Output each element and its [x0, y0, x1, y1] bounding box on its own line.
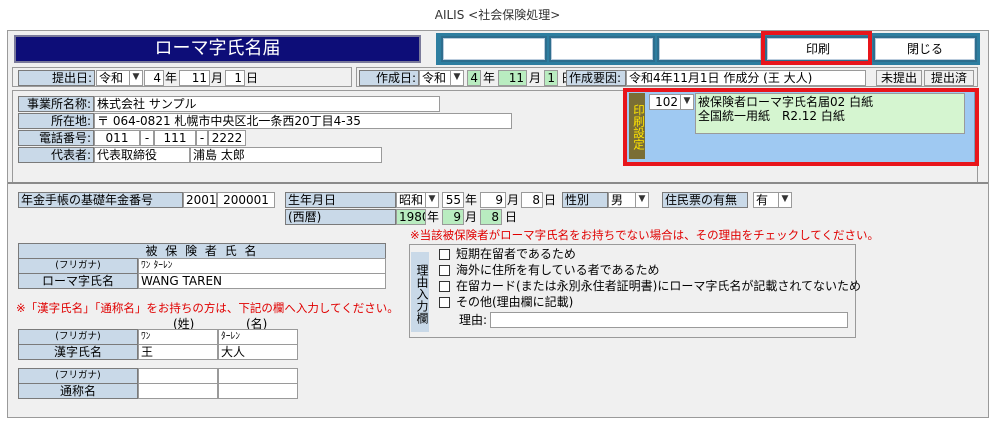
submission-day-unit: 日 [246, 71, 259, 85]
gender-select[interactable]: 男 [608, 192, 636, 208]
birth-western-day[interactable]: 8 [480, 209, 502, 225]
reason-checkbox-2[interactable] [439, 265, 450, 276]
office-name-field[interactable]: 株式会社 サンプル [94, 96, 440, 112]
representative-title-field[interactable]: 代表取締役 [94, 147, 190, 163]
phone-part-1[interactable]: 011 [94, 130, 140, 146]
birth-western-month[interactable]: 9 [442, 209, 464, 225]
creation-reason-field[interactable]: 令和4年11月1日 作成分 (王 大人) [626, 70, 866, 86]
reason-option-3: 在留カード(または永別永住者証明書)にローマ字氏名が記載されてないため [456, 279, 862, 293]
close-button[interactable]: 閉じる [873, 36, 977, 62]
pension-number-label: 年金手帳の基礎年金番号 [18, 192, 183, 208]
gender-label: 性別 [562, 192, 608, 208]
alias-kana-mei-field[interactable] [218, 368, 298, 384]
birth-month-unit: 月 [507, 193, 520, 207]
submission-month[interactable]: 11 [179, 70, 210, 86]
birth-era-dropdown-icon[interactable]: ▼ [425, 192, 439, 208]
roman-name-label: ローマ字氏名 [18, 273, 138, 289]
submission-day[interactable]: 1 [225, 70, 245, 86]
birth-year-unit: 年 [465, 193, 478, 207]
alias-name-label: 通称名 [18, 383, 138, 399]
submission-month-unit: 月 [211, 71, 224, 85]
kanji-sei-field[interactable]: 王 [138, 344, 218, 360]
toolbar-button-3[interactable] [657, 36, 763, 62]
phone-separator-1: - [140, 130, 154, 146]
pension-number-part-1[interactable]: 2001 [183, 192, 217, 208]
created-era-dropdown-icon[interactable]: ▼ [450, 70, 464, 86]
reason-text-label: 理由: [459, 313, 488, 327]
western-calendar-label: (西暦) [285, 209, 396, 225]
form-title: ローマ字氏名届 [14, 35, 421, 63]
created-date-label: 作成日: [359, 70, 419, 86]
alias-sei-field[interactable] [138, 383, 218, 399]
reason-text-input[interactable] [490, 312, 848, 328]
alias-kana-sei-field[interactable] [138, 368, 218, 384]
birth-date-label: 生年月日 [285, 192, 396, 208]
reason-checkbox-4[interactable] [439, 297, 450, 308]
birth-era[interactable]: 昭和 [396, 192, 426, 208]
phone-part-3[interactable]: 2222 [208, 130, 246, 146]
toolbar-button-2[interactable] [549, 36, 655, 62]
gender-dropdown-icon[interactable]: ▼ [635, 192, 649, 208]
office-name-label: 事業所名称: [18, 96, 94, 112]
resident-record-label: 住民票の有無 [662, 192, 748, 208]
birth-western-day-unit: 日 [505, 210, 518, 224]
kanji-kana-mei-field[interactable]: ﾀｰﾚﾝ [218, 329, 298, 345]
office-phone-label: 電話番号: [18, 130, 94, 146]
created-month-unit: 月 [529, 71, 542, 85]
birth-western-year[interactable]: 1980 [396, 209, 426, 225]
reason-option-4: その他(理由欄に記載) [456, 295, 574, 309]
kanji-name-label: 漢字氏名 [18, 344, 138, 360]
alias-kana-label: (フリガナ) [18, 368, 138, 384]
resident-record-select[interactable]: 有 [753, 192, 779, 208]
kanji-kana-sei-field[interactable]: ﾜﾝ [138, 329, 218, 345]
submission-year-unit: 年 [165, 71, 178, 85]
birth-month[interactable]: 9 [480, 192, 506, 208]
representative-label: 代表者: [18, 147, 94, 163]
birth-western-year-unit: 年 [427, 210, 440, 224]
created-month[interactable]: 11 [498, 70, 527, 86]
creation-reason-label: 作成要因: [566, 70, 626, 86]
unsubmitted-button[interactable]: 未提出 [876, 70, 922, 86]
reason-checkbox-3[interactable] [439, 281, 450, 292]
reason-checkbox-1[interactable] [439, 249, 450, 260]
birth-day-unit: 日 [544, 193, 557, 207]
phone-separator-2: - [196, 130, 208, 146]
roman-name-field[interactable]: WANG TAREN [138, 273, 386, 289]
submitted-button[interactable]: 提出済 [924, 70, 974, 86]
insured-name-header: 被 保 険 者 氏 名 [18, 243, 386, 259]
birth-western-month-unit: 月 [465, 210, 478, 224]
main-panel: ローマ字氏名届 印刷 閉じる 提出日: 令和 ▼ 4 年 11 月 1 日 作成… [7, 30, 989, 418]
toolbar-button-1[interactable] [441, 36, 547, 62]
window-title: AILIS <社会保険処理> [0, 0, 995, 30]
created-day[interactable]: 1 [544, 70, 558, 86]
section-divider [8, 182, 988, 184]
insured-kana-field[interactable]: ﾜﾝ ﾀｰﾚﾝ [138, 258, 386, 274]
reason-option-2: 海外に住所を有している者であるため [456, 263, 660, 277]
birth-day[interactable]: 8 [521, 192, 543, 208]
print-settings-highlight [623, 88, 979, 166]
birth-year[interactable]: 55 [442, 192, 464, 208]
office-address-label: 所在地: [18, 113, 94, 129]
created-year-unit: 年 [483, 71, 496, 85]
resident-record-dropdown-icon[interactable]: ▼ [778, 192, 792, 208]
submission-era-dropdown-icon[interactable]: ▼ [129, 70, 143, 86]
submission-date-label: 提出日: [18, 70, 95, 86]
print-button-highlight [761, 31, 872, 65]
submission-era[interactable]: 令和 [96, 70, 130, 86]
alias-mei-field[interactable] [218, 383, 298, 399]
reason-option-1: 短期在留者であるため [456, 247, 576, 261]
kanji-mei-field[interactable]: 大人 [218, 344, 298, 360]
reason-section-label: 理由入力欄 [411, 252, 429, 332]
insured-kana-label: (フリガナ) [18, 258, 138, 274]
office-address-field[interactable]: 〒 064-0821 札幌市中央区北一条西20丁目4-35 [94, 113, 512, 129]
phone-part-2[interactable]: 111 [154, 130, 196, 146]
created-year[interactable]: 4 [467, 70, 481, 86]
kanji-name-note: ※「漢字氏名」「通称名」をお持ちの方は、下記の欄へ入力してください。 [16, 301, 399, 315]
created-era[interactable]: 令和 [419, 70, 451, 86]
kanji-kana-label: (フリガナ) [18, 329, 138, 345]
representative-name-field[interactable]: 浦島 太郎 [190, 147, 382, 163]
submission-year[interactable]: 4 [144, 70, 164, 86]
reason-note: ※当該被保険者がローマ字氏名をお持ちでない場合は、その理由をチェックしてください… [410, 228, 879, 242]
pension-number-part-2[interactable]: 200001 [217, 192, 275, 208]
